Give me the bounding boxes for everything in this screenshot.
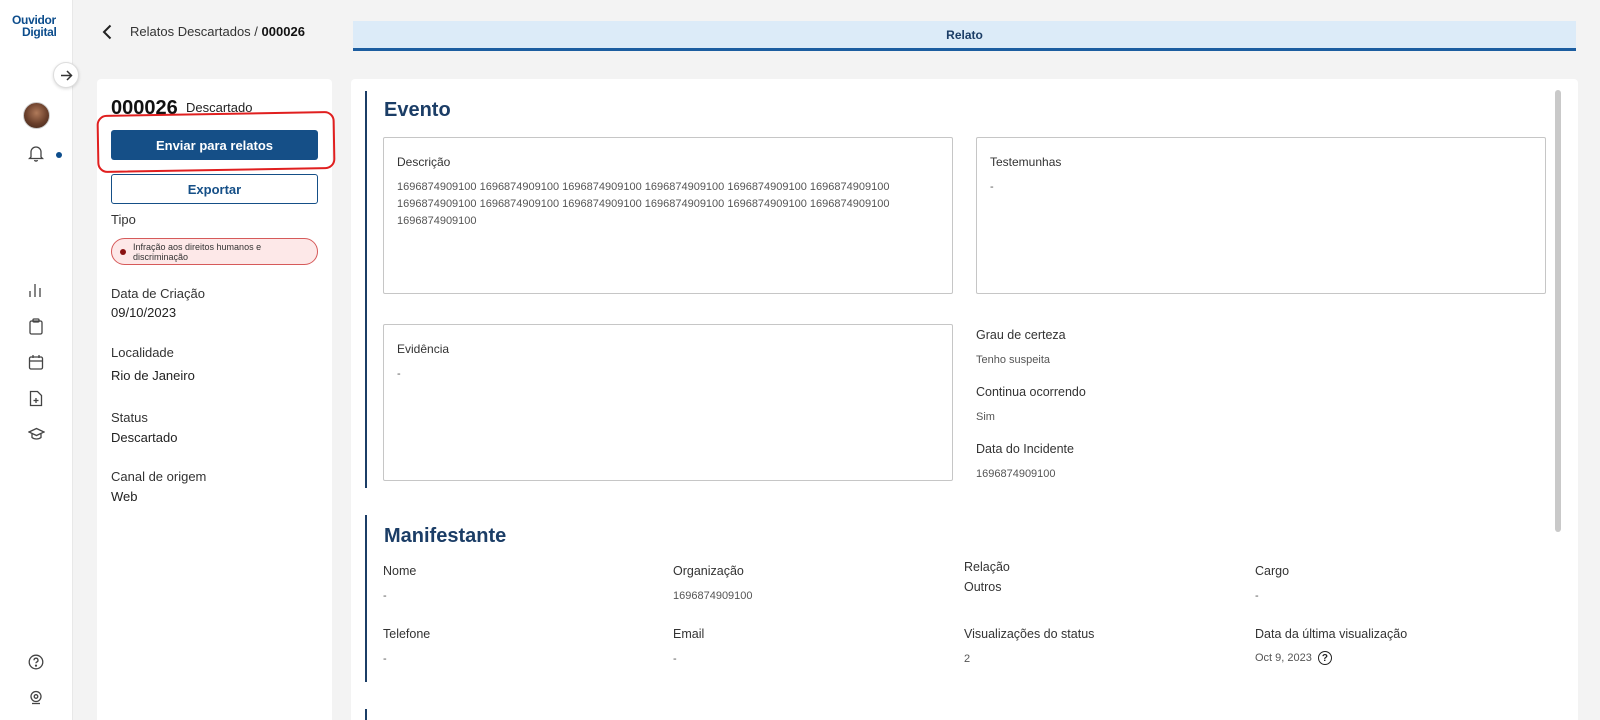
canal-label: Canal de origem bbox=[111, 469, 207, 484]
ultima-visualizacao-value: Oct 9, 2023 bbox=[1255, 651, 1312, 664]
evidencia-box: Evidência - bbox=[383, 324, 953, 481]
expand-sidebar-button[interactable] bbox=[53, 62, 79, 88]
descricao-box: Descrição 1696874909100 1696874909100 16… bbox=[383, 137, 953, 294]
logo-line2: Digital bbox=[22, 25, 57, 39]
chart-icon[interactable] bbox=[26, 280, 46, 300]
data-incidente-label: Data do Incidente bbox=[976, 442, 1074, 456]
tipo-tag: Infração aos direitos humanos e discrimi… bbox=[111, 238, 318, 265]
email-label: Email bbox=[673, 627, 705, 641]
back-button[interactable] bbox=[98, 22, 116, 42]
telefone-value: - bbox=[383, 653, 387, 665]
testemunhas-box: Testemunhas - bbox=[976, 137, 1546, 294]
data-criacao-label: Data de Criação bbox=[111, 286, 205, 301]
notification-dot bbox=[56, 152, 62, 158]
cargo-value: - bbox=[1255, 590, 1259, 602]
file-add-icon[interactable] bbox=[26, 388, 46, 408]
manifestante-title: Manifestante bbox=[384, 525, 507, 547]
visualizacoes-label: Visualizações do status bbox=[964, 627, 1095, 641]
tipo-value: Infração aos direitos humanos e discrimi… bbox=[133, 241, 262, 262]
evidencia-label: Evidência bbox=[397, 342, 450, 356]
visualizacoes-value: 2 bbox=[964, 653, 971, 665]
nome-label: Nome bbox=[383, 564, 417, 578]
organizacao-label: Organização bbox=[673, 564, 744, 578]
continua-ocorrendo-value: Sim bbox=[976, 411, 995, 423]
clipboard-icon[interactable] bbox=[26, 316, 46, 336]
help-circle-icon[interactable] bbox=[26, 652, 46, 672]
breadcrumb-parent[interactable]: Relatos Descartados bbox=[130, 24, 251, 39]
breadcrumb: Relatos Descartados / 000026 bbox=[130, 24, 305, 39]
tag-dot bbox=[120, 248, 126, 255]
data-incidente-value: 1696874909100 bbox=[976, 468, 1056, 480]
continua-ocorrendo-label: Continua ocorrendo bbox=[976, 385, 1086, 399]
localidade-label: Localidade bbox=[111, 345, 174, 360]
tipo-label: Tipo bbox=[111, 212, 136, 227]
testemunhas-value: - bbox=[990, 181, 994, 193]
status-label: Status bbox=[111, 410, 148, 425]
ultima-visualizacao-label: Data da última visualização bbox=[1255, 627, 1408, 641]
email-value: - bbox=[673, 653, 677, 665]
export-button[interactable]: Exportar bbox=[111, 174, 318, 204]
nome-value: - bbox=[383, 590, 387, 602]
grau-certeza-label: Grau de certeza bbox=[976, 328, 1066, 342]
cargo-label: Cargo bbox=[1255, 564, 1290, 578]
tab-relato[interactable]: Relato bbox=[353, 21, 1576, 51]
relacao-value: Outros bbox=[964, 580, 1002, 594]
data-criacao-value: 09/10/2023 bbox=[111, 305, 177, 320]
organizacao-value: 1696874909100 bbox=[673, 590, 753, 602]
left-rail: Ouvidor Digital bbox=[0, 0, 73, 720]
breadcrumb-separator: / bbox=[254, 24, 258, 39]
graduation-cap-icon[interactable] bbox=[26, 424, 46, 444]
question-icon[interactable]: ? bbox=[1317, 651, 1332, 665]
tab-relato-label: Relato bbox=[946, 27, 983, 42]
send-to-reports-button[interactable]: Enviar para relatos bbox=[111, 130, 318, 160]
grau-certeza-value: Tenho suspeita bbox=[976, 354, 1050, 366]
bell-icon[interactable] bbox=[26, 143, 46, 163]
calendar-icon[interactable] bbox=[26, 352, 46, 372]
relato-detail-card: Evento Descrição 1696874909100 169687490… bbox=[351, 79, 1578, 720]
app-logo[interactable]: Ouvidor Digital bbox=[12, 14, 62, 38]
ultima-visualizacao-row: Oct 9, 2023? bbox=[1255, 651, 1332, 665]
location-icon[interactable] bbox=[26, 688, 46, 708]
evento-section-bar bbox=[365, 91, 367, 488]
status-value: Descartado bbox=[111, 430, 178, 445]
scrollbar-thumb[interactable] bbox=[1555, 90, 1561, 532]
descricao-label: Descrição bbox=[397, 155, 451, 169]
breadcrumb-current: 000026 bbox=[261, 24, 305, 39]
next-section-bar bbox=[365, 709, 367, 720]
canal-value: Web bbox=[111, 489, 138, 504]
record-summary-card: 000026 Descartado Enviar para relatos Ex… bbox=[96, 79, 336, 720]
localidade-value: Rio de Janeiro bbox=[111, 368, 195, 383]
manifestante-section-bar bbox=[365, 515, 367, 682]
user-avatar[interactable] bbox=[23, 102, 50, 129]
descricao-value: 1696874909100 1696874909100 169687490910… bbox=[397, 181, 890, 227]
telefone-label: Telefone bbox=[383, 627, 431, 641]
testemunhas-label: Testemunhas bbox=[990, 155, 1062, 169]
evento-title: Evento bbox=[384, 99, 451, 121]
relacao-label: Relação bbox=[964, 560, 1010, 574]
evidencia-value: - bbox=[397, 368, 401, 380]
